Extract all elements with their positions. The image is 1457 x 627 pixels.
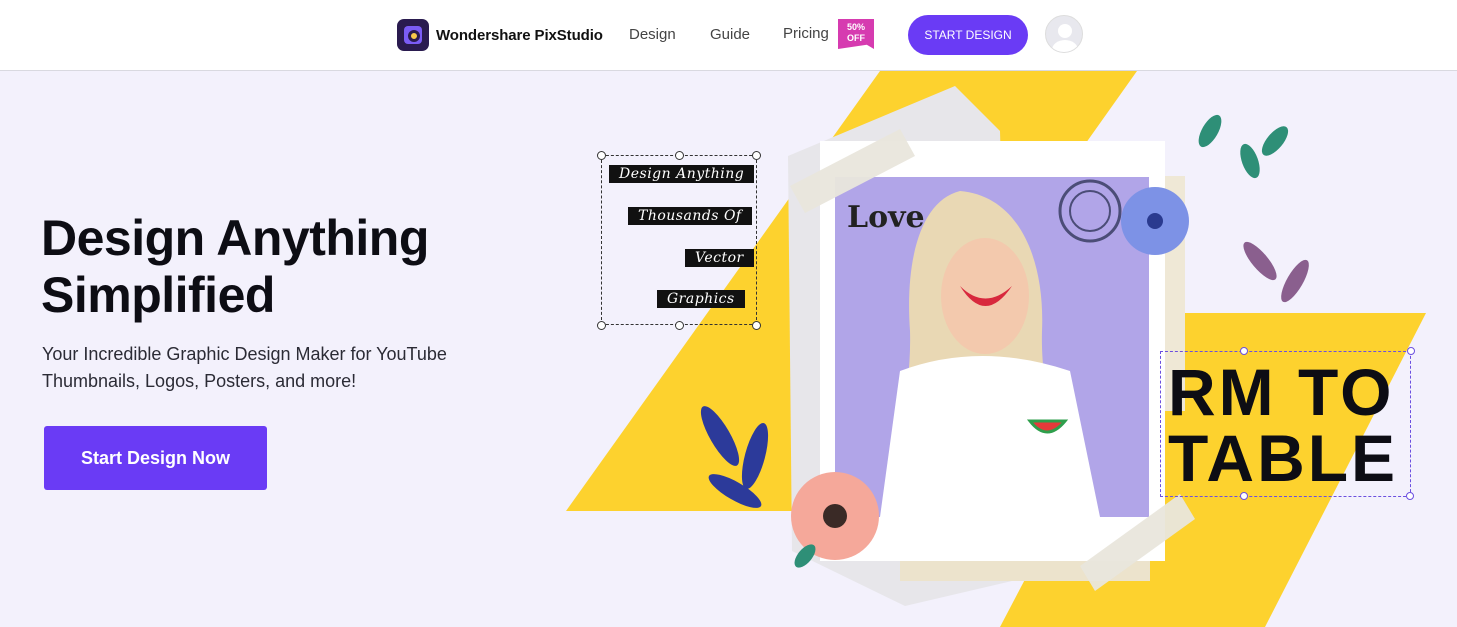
art-tag-graphics: Graphics: [657, 290, 745, 308]
resize-handle[interactable]: [597, 321, 606, 330]
nav-link-pricing[interactable]: Pricing: [783, 25, 829, 42]
start-design-now-button[interactable]: Start Design Now: [44, 426, 267, 490]
brand-logo[interactable]: Wondershare PixStudio: [397, 19, 603, 51]
user-avatar-icon[interactable]: [1045, 15, 1083, 53]
hero-title: Design Anything Simplified: [41, 210, 429, 324]
art-tag-design-anything: Design Anything: [609, 165, 755, 183]
resize-handle[interactable]: [1240, 492, 1248, 500]
newspaper-love-text: Love: [847, 200, 925, 235]
resize-handle[interactable]: [1407, 347, 1415, 355]
resize-handle[interactable]: [675, 321, 684, 330]
discount-badge: 50% OFF: [838, 19, 874, 49]
hero-subtitle: Your Incredible Graphic Design Maker for…: [42, 344, 447, 391]
badge-off: OFF: [847, 33, 865, 43]
brand-name: Wondershare PixStudio: [436, 26, 603, 44]
hero-title-line2: Simplified: [41, 267, 275, 323]
hero-title-line1: Design Anything: [41, 210, 429, 266]
resize-handle[interactable]: [752, 151, 761, 160]
resize-handle[interactable]: [752, 321, 761, 330]
resize-handle[interactable]: [1406, 492, 1414, 500]
pixstudio-logo-icon: [397, 19, 429, 51]
top-navbar: Wondershare PixStudio Design Guide Prici…: [0, 0, 1457, 71]
resize-handle[interactable]: [1240, 347, 1248, 355]
resize-handle[interactable]: [597, 151, 606, 160]
art-tag-vector: Vector: [685, 249, 754, 267]
headline-selection-box[interactable]: [1160, 351, 1411, 497]
badge-percent: 50%: [846, 22, 865, 32]
nav-link-guide[interactable]: Guide: [710, 26, 750, 43]
nav-link-design[interactable]: Design: [629, 26, 676, 43]
art-tag-thousands-of: Thousands Of: [628, 207, 752, 225]
start-design-button[interactable]: START DESIGN: [908, 15, 1028, 55]
resize-handle[interactable]: [675, 151, 684, 160]
